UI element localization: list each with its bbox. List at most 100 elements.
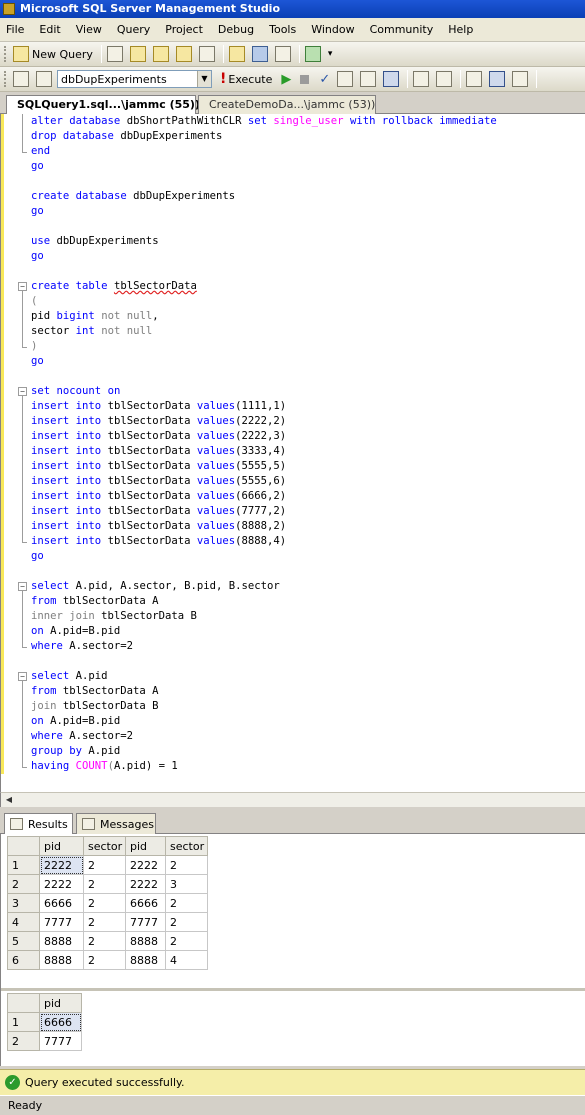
print-button[interactable] — [273, 44, 293, 64]
grid-cell[interactable]: 2 — [83, 912, 126, 932]
grid-cell[interactable]: 8888 — [39, 931, 84, 951]
results-to-grid-button[interactable] — [381, 69, 401, 89]
grid-corner[interactable] — [7, 836, 40, 856]
grid-cell[interactable]: 2 — [165, 931, 208, 951]
grid-cell[interactable]: 2 — [165, 855, 208, 875]
grid-corner[interactable] — [7, 993, 40, 1013]
debug-play-icon[interactable]: ▶ — [281, 72, 291, 87]
grid-cell[interactable]: 6666 — [39, 1012, 82, 1032]
table-row[interactable]: 2 2222 2 2222 3 — [7, 874, 208, 894]
collapse-icon[interactable]: − — [18, 672, 27, 681]
activity-monitor-button[interactable] — [303, 44, 323, 64]
row-header[interactable]: 3 — [7, 893, 40, 913]
grid-cell[interactable]: 6666 — [125, 893, 166, 913]
table-row[interactable]: 4 7777 2 7777 2 — [7, 912, 208, 932]
menu-tools[interactable]: Tools — [269, 23, 296, 36]
column-header[interactable]: pid — [125, 836, 166, 856]
results-grid-toggle-button[interactable] — [487, 69, 507, 89]
grid-cell[interactable]: 2222 — [39, 874, 84, 894]
grid-cell[interactable]: 3 — [165, 874, 208, 894]
row-header[interactable]: 4 — [7, 912, 40, 932]
query-designer-button[interactable] — [358, 69, 378, 89]
collapse-icon[interactable]: − — [18, 582, 27, 591]
grid-cell[interactable]: 8888 — [125, 950, 166, 970]
toolbar-overflow-icon[interactable]: ▾ — [328, 49, 333, 59]
grid-cell[interactable]: 2 — [83, 931, 126, 951]
grid-cell[interactable]: 6666 — [39, 893, 84, 913]
query-editor[interactable]: alter database dbShortPathWithCLR set si… — [0, 114, 585, 792]
row-header[interactable]: 2 — [7, 874, 40, 894]
grid-cell[interactable]: 2222 — [39, 855, 84, 875]
row-header[interactable]: 5 — [7, 931, 40, 951]
results-to-file-button[interactable] — [510, 69, 530, 89]
row-header[interactable]: 1 — [7, 855, 40, 875]
column-header[interactable]: pid — [39, 836, 84, 856]
column-header[interactable]: sector — [165, 836, 208, 856]
grid-cell[interactable]: 2 — [83, 950, 126, 970]
display-estimated-plan-button[interactable] — [335, 69, 355, 89]
open-file-button[interactable] — [227, 44, 247, 64]
grid-cell[interactable]: 2 — [165, 893, 208, 913]
collapse-icon[interactable]: − — [18, 282, 27, 291]
cancel-query-icon[interactable] — [300, 74, 310, 84]
dmx-query-button[interactable] — [151, 44, 171, 64]
grid-cell[interactable]: 8888 — [125, 931, 166, 951]
xmla-query-button[interactable] — [174, 44, 194, 64]
table-row[interactable]: 3 6666 2 6666 2 — [7, 893, 208, 913]
menu-view[interactable]: View — [76, 23, 102, 36]
table-row[interactable]: 1 2222 2 2222 2 — [7, 855, 208, 875]
grid-cell[interactable]: 7777 — [39, 912, 84, 932]
toolbar-grip[interactable] — [4, 46, 7, 62]
new-file-button[interactable] — [105, 44, 125, 64]
grid-cell[interactable]: 7777 — [125, 912, 166, 932]
tab-results[interactable]: Results — [4, 813, 73, 834]
row-header[interactable]: 1 — [7, 1012, 40, 1032]
table-row[interactable]: 5 8888 2 8888 2 — [7, 931, 208, 951]
grid-cell[interactable]: 8888 — [39, 950, 84, 970]
column-header[interactable]: sector — [83, 836, 126, 856]
menu-window[interactable]: Window — [311, 23, 354, 36]
row-header[interactable]: 6 — [7, 950, 40, 970]
results-to-text-button[interactable] — [464, 69, 484, 89]
table-row[interactable]: 6 8888 2 8888 4 — [7, 950, 208, 970]
sqlce-query-button[interactable] — [197, 44, 217, 64]
disconnect-button[interactable] — [34, 69, 54, 89]
menu-community[interactable]: Community — [370, 23, 434, 36]
menu-debug[interactable]: Debug — [218, 23, 254, 36]
result-grid-2[interactable]: pid 1 6666 2 7777 — [7, 993, 82, 1051]
tab-sqlquery1[interactable]: SQLQuery1.sql...\jammc (55))* — [6, 95, 206, 115]
mdx-query-button[interactable] — [128, 44, 148, 64]
client-statistics-button[interactable] — [434, 69, 454, 89]
menu-file[interactable]: File — [6, 23, 24, 36]
parse-check-icon[interactable]: ✓ — [319, 72, 330, 87]
grid-cell[interactable]: 2222 — [125, 855, 166, 875]
tab-createdemodata[interactable]: CreateDemoDa...\jammc (53)) — [198, 95, 376, 114]
grid-cell[interactable]: 2 — [83, 855, 126, 875]
row-header[interactable]: 2 — [7, 1031, 40, 1051]
scroll-left-icon[interactable]: ◀ — [2, 793, 16, 807]
new-query-button[interactable]: New Query — [11, 44, 95, 64]
column-header[interactable]: pid — [39, 993, 82, 1013]
grid-cell[interactable]: 4 — [165, 950, 208, 970]
result-grid-1[interactable]: pid sector pid sector 1 2222 2 2222 2 2 2222 2 2222… — [7, 836, 208, 970]
grid-cell[interactable]: 2222 — [125, 874, 166, 894]
horizontal-scrollbar[interactable]: ◀ — [0, 792, 585, 807]
table-row[interactable]: 1 6666 — [7, 1012, 82, 1032]
save-button[interactable] — [250, 44, 270, 64]
table-row[interactable]: 2 7777 — [7, 1031, 82, 1051]
database-select[interactable]: dbDupExperiments ▼ — [57, 70, 212, 88]
toolbar-grip[interactable] — [4, 71, 7, 87]
tab-messages[interactable]: Messages — [76, 813, 156, 834]
grid-cell[interactable]: 2 — [83, 874, 126, 894]
menu-edit[interactable]: Edit — [39, 23, 60, 36]
collapse-icon[interactable]: − — [18, 387, 27, 396]
execute-button[interactable]: ! Execute — [218, 69, 274, 89]
grid-cell[interactable]: 7777 — [39, 1031, 82, 1051]
menu-project[interactable]: Project — [165, 23, 203, 36]
connect-button[interactable] — [11, 69, 31, 89]
menu-query[interactable]: Query — [117, 23, 150, 36]
include-plan-button[interactable] — [411, 69, 431, 89]
grid-cell[interactable]: 2 — [165, 912, 208, 932]
menu-help[interactable]: Help — [448, 23, 473, 36]
grid-cell[interactable]: 2 — [83, 893, 126, 913]
